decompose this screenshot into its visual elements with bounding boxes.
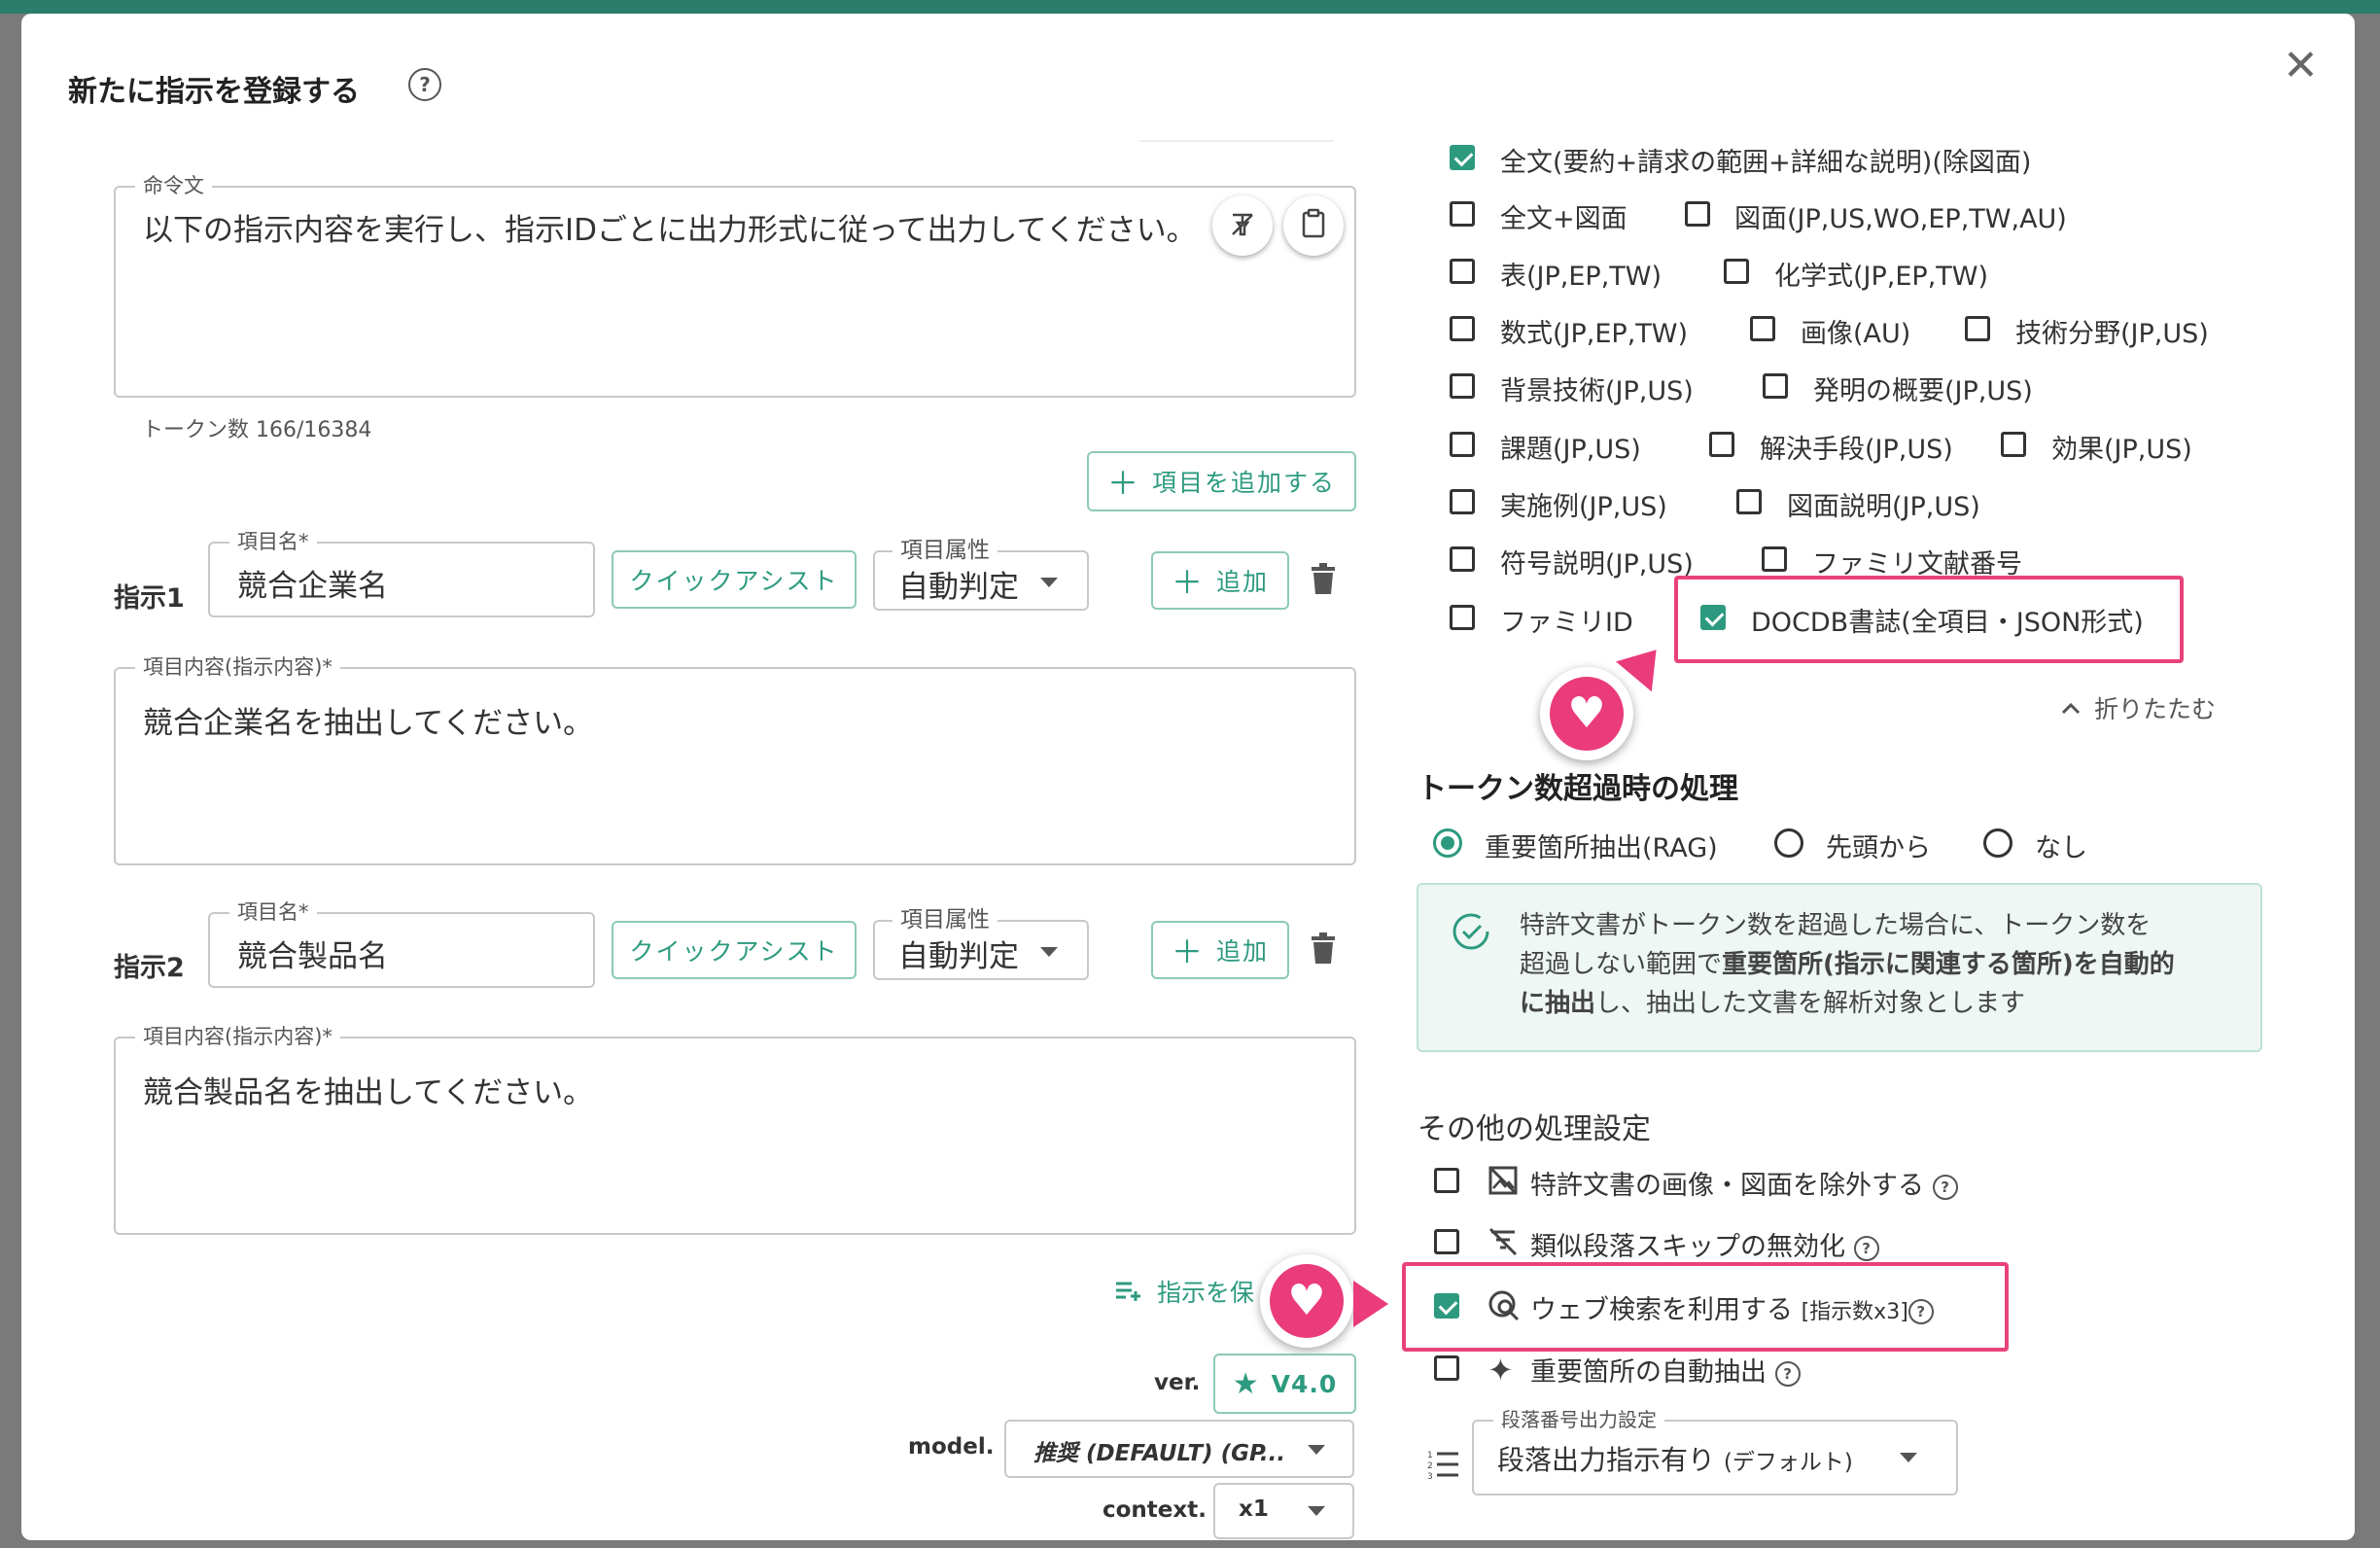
- chevron-up-icon: [2061, 702, 2081, 715]
- collapse-button[interactable]: 折りたたむ: [2061, 690, 2216, 725]
- item-content-textarea-1[interactable]: 項目内容(指示内容)* 競合企業名を抽出してください。: [114, 655, 1356, 865]
- checkbox-examples[interactable]: [1450, 489, 1475, 514]
- background-header: [0, 0, 2380, 14]
- star-icon: ★: [1232, 1366, 1260, 1401]
- radio-from-start[interactable]: [1774, 828, 1803, 858]
- token-overflow-title: トークン数超過時の処理: [1418, 772, 1738, 806]
- heart-icon: ♥: [1287, 1276, 1326, 1325]
- highlight-docdb: [1674, 576, 2184, 663]
- checkbox-summary[interactable]: [1763, 373, 1788, 399]
- help-icon[interactable]: ?: [1853, 1235, 1879, 1261]
- pointer-arrow: [1353, 1281, 1388, 1327]
- numbered-list-icon: 123: [1427, 1449, 1460, 1484]
- checkbox-reference-signs[interactable]: [1450, 546, 1475, 572]
- checkbox-auto-extract[interactable]: [1434, 1355, 1459, 1381]
- model-select[interactable]: 推奨 (DEFAULT) (GP...: [1004, 1420, 1354, 1478]
- checkbox-drawings[interactable]: [1685, 201, 1710, 227]
- save-instruction-link[interactable]: 指示を保: [1114, 1274, 1254, 1309]
- radio-none[interactable]: [1983, 828, 2012, 858]
- chevron-down-icon: [1308, 1445, 1325, 1455]
- rag-info-text: 特許文書がトークン数を超過した場合に、トークン数を 超過しない範囲で重要箇所(指…: [1520, 911, 2175, 1018]
- svg-text:1: 1: [1427, 1451, 1433, 1460]
- checkbox-chemical[interactable]: [1724, 259, 1749, 284]
- quick-assist-button-1[interactable]: クイックアシスト: [612, 550, 857, 609]
- image-off-icon: [1488, 1165, 1519, 1200]
- token-count: トークン数 166/16384: [142, 418, 372, 442]
- prompt-text: 以下の指示内容を実行し、指示IDごとに出力形式に従って出力してください。: [143, 213, 1197, 248]
- checkbox-exclude-images[interactable]: [1434, 1168, 1459, 1193]
- radio-rag[interactable]: [1433, 828, 1462, 858]
- checkbox-family-doc-number[interactable]: [1762, 546, 1787, 572]
- chevron-down-icon: [1040, 578, 1058, 587]
- svg-text:2: 2: [1427, 1461, 1433, 1471]
- help-icon[interactable]: ?: [1774, 1360, 1801, 1387]
- plus-icon: ＋: [1171, 564, 1205, 601]
- checkbox-effect[interactable]: [2001, 432, 2026, 457]
- check-circle-icon: [1452, 912, 1490, 955]
- other-settings-title: その他の処理設定: [1418, 1112, 1651, 1146]
- heart-badge: ♥: [1540, 667, 1633, 760]
- checkbox-family-id[interactable]: [1450, 605, 1475, 630]
- register-instruction-modal: 新たに指示を登録する ? ✕ 命令文 以下の指示内容を実行し、指示IDごとに出力…: [21, 14, 2355, 1540]
- heart-icon: ♥: [1567, 688, 1606, 738]
- help-icon[interactable]: ?: [408, 68, 441, 101]
- trash-icon[interactable]: [1311, 563, 1336, 598]
- instruction-1-label: 指示1: [114, 583, 185, 614]
- chevron-down-icon: [1308, 1506, 1325, 1516]
- context-label: context.: [1102, 1497, 1207, 1523]
- item-attribute-select-2[interactable]: 項目属性 自動判定: [873, 908, 1089, 980]
- quick-assist-button-2[interactable]: クイックアシスト: [612, 921, 857, 979]
- sparkle-icon: ✦: [1488, 1352, 1514, 1389]
- checkbox-formula[interactable]: [1450, 316, 1475, 341]
- checkbox-background[interactable]: [1450, 373, 1475, 399]
- paragraph-output-select[interactable]: 段落番号出力設定 段落出力指示有り (デフォルト): [1472, 1408, 1958, 1495]
- clipboard-icon: [1299, 208, 1328, 243]
- help-icon[interactable]: ?: [1932, 1174, 1958, 1200]
- playlist-add-icon: [1116, 1282, 1140, 1301]
- model-label: model.: [908, 1434, 995, 1460]
- close-icon[interactable]: ✕: [2283, 45, 2319, 88]
- checkbox-images[interactable]: [1750, 316, 1775, 341]
- trash-icon[interactable]: [1311, 932, 1336, 968]
- checkbox-tech-field[interactable]: [1965, 316, 1990, 341]
- item-name-input-2[interactable]: 項目名* 競合製品名: [208, 900, 595, 988]
- checkbox-drawing-description[interactable]: [1736, 489, 1762, 514]
- version-label: ver.: [1154, 1370, 1201, 1395]
- version-button[interactable]: ★ V4.0: [1213, 1354, 1356, 1414]
- rag-info-box: 特許文書がトークン数を超過した場合に、トークン数を 超過しない範囲で重要箇所(指…: [1417, 883, 2262, 1052]
- highlight-web-search: [1402, 1262, 2009, 1352]
- chevron-down-icon: [1040, 947, 1058, 957]
- heart-badge: ♥: [1260, 1254, 1353, 1348]
- checkbox-problem[interactable]: [1450, 432, 1475, 457]
- item-attribute-select-1[interactable]: 項目属性 自動判定: [873, 539, 1089, 611]
- plus-icon: ＋: [1171, 933, 1205, 970]
- checkbox-solution[interactable]: [1709, 432, 1734, 457]
- pointer-arrow: [1616, 634, 1674, 692]
- svg-text:3: 3: [1427, 1472, 1433, 1480]
- add-button-1[interactable]: ＋ 追加: [1151, 551, 1289, 610]
- checkbox-full-text-drawings[interactable]: [1450, 201, 1475, 227]
- checkbox-full-text[interactable]: [1450, 145, 1475, 170]
- instruction-2-label: 指示2: [114, 953, 185, 983]
- clear-format-button[interactable]: [1212, 195, 1273, 256]
- item-name-input-1[interactable]: 項目名* 競合企業名: [208, 530, 595, 617]
- add-button-2[interactable]: ＋ 追加: [1151, 921, 1289, 979]
- checkbox-tables[interactable]: [1450, 259, 1475, 284]
- paste-button[interactable]: [1283, 195, 1344, 256]
- clear-format-icon: [1228, 209, 1257, 242]
- prompt-label: 命令文: [135, 174, 212, 197]
- modal-title: 新たに指示を登録する: [68, 75, 360, 109]
- checkbox-disable-skip[interactable]: [1434, 1229, 1459, 1254]
- context-select[interactable]: x1: [1213, 1483, 1354, 1539]
- add-item-button[interactable]: ＋ 項目を追加する: [1087, 451, 1356, 511]
- prompt-textarea[interactable]: 命令文 以下の指示内容を実行し、指示IDごとに出力形式に従って出力してください。: [114, 174, 1356, 398]
- plus-icon: ＋: [1106, 465, 1140, 502]
- chevron-down-icon: [1900, 1453, 1917, 1462]
- item-content-textarea-2[interactable]: 項目内容(指示内容)* 競合製品名を抽出してください。: [114, 1025, 1356, 1235]
- filter-off-icon: [1488, 1226, 1519, 1261]
- divider: [1139, 140, 1334, 142]
